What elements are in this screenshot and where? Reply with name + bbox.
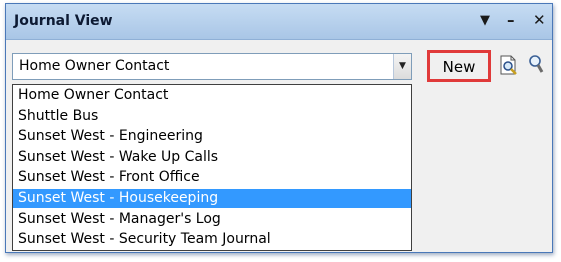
search-icon[interactable] [527,54,547,76]
dropdown-option[interactable]: Sunset West - Front Office [13,168,411,187]
chevron-down-icon[interactable]: ▼ [480,10,490,32]
panel-title: Journal View [14,13,113,29]
journal-dropdown-list: Home Owner Contact Shuttle Bus Sunset West… [12,84,412,251]
journal-view-panel: Journal View ▼ – ✕ Home Owner Contact ▼ … [5,3,553,253]
journal-select[interactable]: Home Owner Contact ▼ [12,53,412,80]
minimize-icon[interactable]: – [507,9,515,31]
new-button-label: New [442,58,476,76]
dropdown-option[interactable]: Sunset West - Wake Up Calls [13,148,411,167]
dropdown-option[interactable]: Sunset West - Engineering [13,127,411,146]
dropdown-option[interactable]: Sunset West - Housekeeping [13,189,411,208]
dropdown-option[interactable]: Home Owner Contact [13,86,411,105]
dropdown-option[interactable]: Sunset West - Manager's Log [13,210,411,229]
dropdown-arrow-icon[interactable]: ▼ [393,54,411,79]
panel-titlebar: Journal View ▼ – ✕ [6,4,552,40]
close-icon[interactable]: ✕ [533,9,546,31]
preview-icon[interactable] [499,54,519,76]
new-button[interactable]: New [427,50,491,82]
dropdown-option[interactable]: Sunset West - Security Team Journal [13,230,411,249]
journal-select-value: Home Owner Contact [19,58,170,74]
dropdown-option[interactable]: Shuttle Bus [13,107,411,126]
